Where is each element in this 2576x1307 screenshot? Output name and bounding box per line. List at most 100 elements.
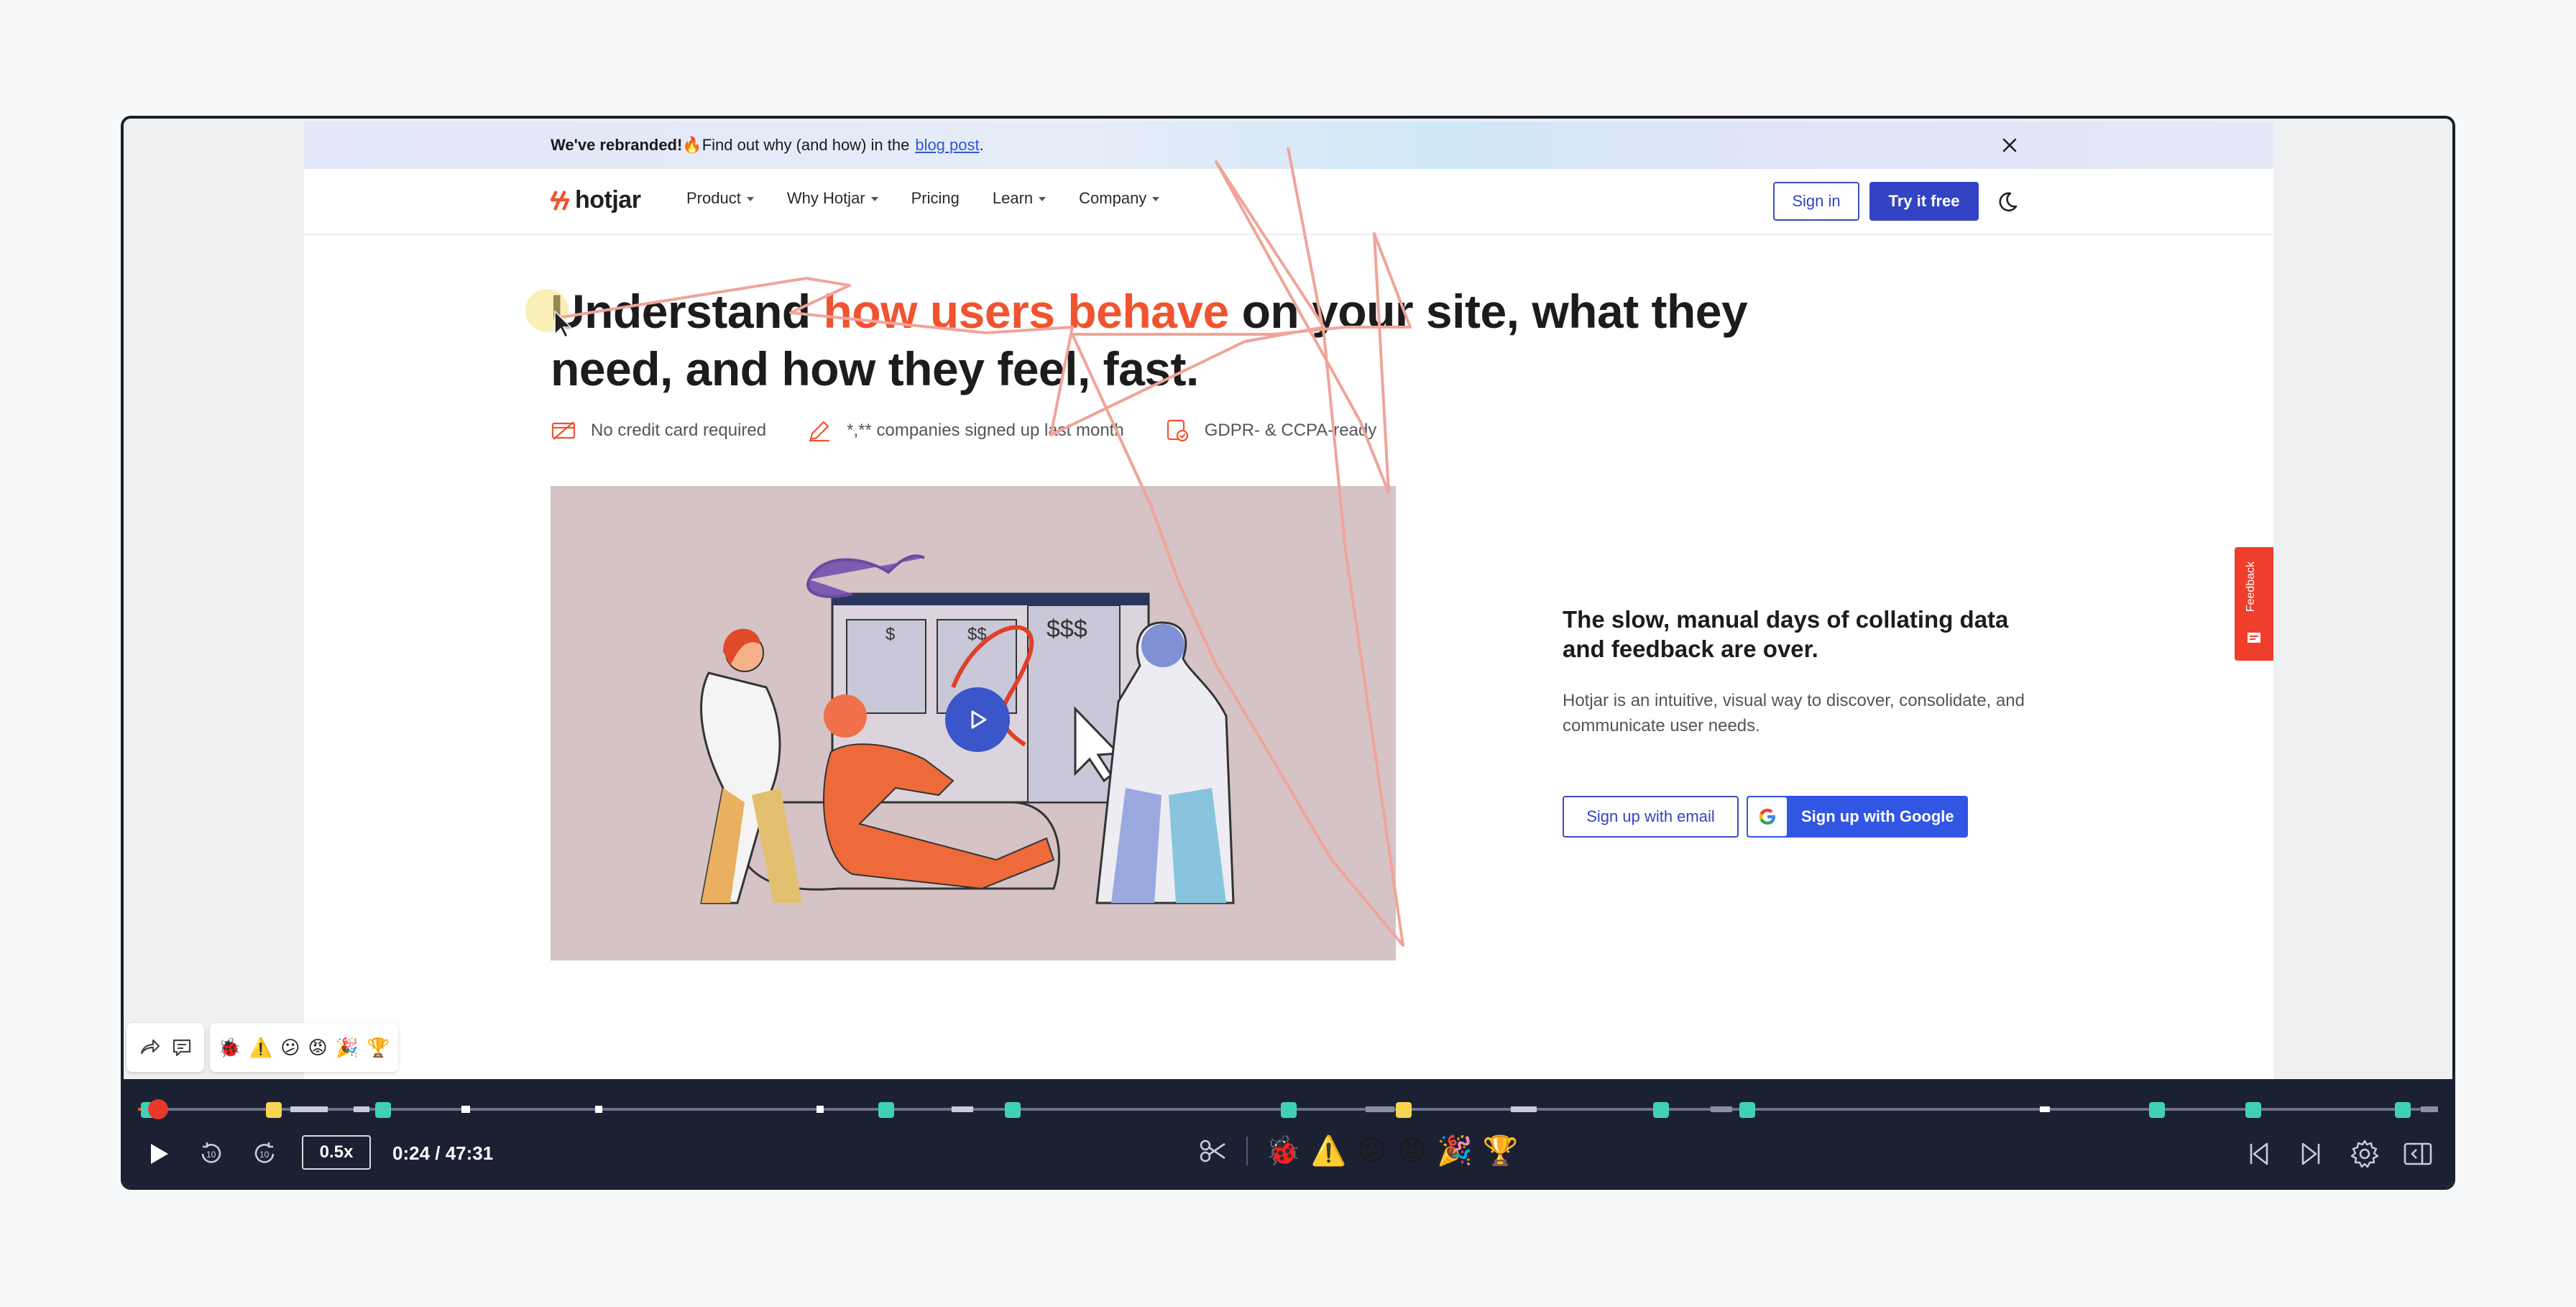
trophy-icon[interactable]: 🏆 <box>1483 1134 1519 1168</box>
chevron-down-icon <box>870 197 878 201</box>
sidebar-collapse-icon <box>2404 1142 2432 1165</box>
chevron-down-icon <box>746 197 754 201</box>
nav-item-label: Company <box>1079 189 1147 207</box>
credit-card-icon <box>551 421 576 440</box>
chevron-down-icon <box>1039 197 1046 201</box>
timeline-scrubber[interactable] <box>138 1095 2438 1124</box>
nav-item-learn[interactable]: Learn <box>993 189 1046 208</box>
forward-10-button[interactable]: 10 <box>247 1137 282 1171</box>
reaction-bar: 🐞 ⚠️ 😕 😡 🎉 🏆 <box>1197 1134 1519 1168</box>
hotjar-logo[interactable]: hotjar <box>551 186 641 214</box>
feedback-label: Feedback <box>2245 561 2257 613</box>
tag-toolbar: 🐞 ⚠️ 😕 😡 🎉 🏆 <box>126 1023 398 1072</box>
headline-part: Understand <box>551 285 824 338</box>
announcement-banner: We've rebranded! 🔥Find out why (and how)… <box>304 121 2273 169</box>
rewind-10-button[interactable]: 10 <box>194 1137 229 1171</box>
gear-icon <box>2350 1139 2379 1168</box>
banner-period: . <box>979 136 984 154</box>
trust-badges: No credit card required *,** companies s… <box>551 418 1376 444</box>
bug-icon[interactable]: 🐞 <box>218 1037 241 1059</box>
reaction-tags: 🐞 ⚠️ 😕 😡 🎉 🏆 <box>210 1023 398 1072</box>
nav-item-pricing[interactable]: Pricing <box>911 189 960 208</box>
nav-item-company[interactable]: Company <box>1079 189 1160 208</box>
side-heading: The slow, manual days of collating data … <box>1563 606 2009 662</box>
confused-face-icon[interactable]: 😕 <box>1357 1134 1387 1168</box>
chat-icon <box>2248 633 2260 643</box>
playback-speed-button[interactable]: 0.5x <box>302 1135 371 1170</box>
rewind-10-icon: 10 <box>201 1142 221 1163</box>
banner-link[interactable]: blog post <box>915 136 979 155</box>
google-button-label: Sign up with Google <box>1801 807 1954 825</box>
site-nav: hotjar Product Why Hotjar Pricing Learn … <box>304 169 2273 235</box>
scissors-icon[interactable] <box>1197 1135 1229 1167</box>
google-logo-icon <box>1748 797 1787 836</box>
signup-google-button[interactable]: Sign up with Google <box>1747 796 1968 838</box>
share-comment-group <box>126 1023 204 1072</box>
badge-text: *,** companies signed up last month <box>847 421 1124 440</box>
chevron-down-icon <box>1152 197 1160 201</box>
warning-icon[interactable]: ⚠️ <box>1311 1134 1347 1168</box>
banner-text: 🔥Find out why (and how) in the <box>682 136 910 154</box>
recorded-website: We've rebranded! 🔥Find out why (and how)… <box>304 121 2273 1079</box>
badge-no-credit-card: No credit card required <box>551 418 766 444</box>
skip-back-icon <box>2250 1142 2268 1165</box>
feedback-tab[interactable]: Feedback <box>2235 547 2273 661</box>
party-popper-icon[interactable]: 🎉 <box>336 1037 359 1059</box>
angry-face-icon[interactable]: 😡 <box>1397 1134 1427 1168</box>
svg-text:$: $ <box>886 625 895 644</box>
play-icon <box>971 710 987 729</box>
play-button[interactable] <box>141 1137 175 1171</box>
bug-icon[interactable]: 🐞 <box>1265 1134 1301 1168</box>
recording-player: We've rebranded! 🔥Find out why (and how)… <box>121 116 2455 1190</box>
banner-bold: We've rebranded! <box>551 136 683 154</box>
player-controls: 10 10 0.5x 0:24 / 47:31 🐞 ⚠️ 😕 😡 🎉 🏆 <box>124 1079 2452 1187</box>
play-icon <box>151 1144 168 1164</box>
svg-text:$$$: $$$ <box>1046 615 1087 643</box>
sign-in-button[interactable]: Sign in <box>1773 182 1859 221</box>
nav-item-label: Product <box>686 189 741 207</box>
badge-text: No credit card required <box>591 421 767 440</box>
headline-accent: how users behave <box>823 285 1230 338</box>
angry-face-icon[interactable]: 😡 <box>308 1037 328 1059</box>
badge-signups: *,** companies signed up last month <box>806 418 1124 444</box>
nav-item-label: Why Hotjar <box>786 189 865 207</box>
recording-viewport: We've rebranded! 🔥Find out why (and how)… <box>124 119 2452 1079</box>
forward-10-icon: 10 <box>254 1142 275 1163</box>
video-play-button[interactable] <box>945 687 1010 752</box>
party-popper-icon[interactable]: 🎉 <box>1437 1134 1473 1168</box>
previous-session-button[interactable] <box>2241 1137 2276 1171</box>
controls-row: 10 10 0.5x 0:24 / 47:31 🐞 ⚠️ 😕 😡 🎉 🏆 <box>124 1128 2452 1178</box>
nav-item-why-hotjar[interactable]: Why Hotjar <box>787 189 878 208</box>
toggle-sidebar-button[interactable] <box>2401 1137 2435 1171</box>
dark-mode-moon-icon[interactable] <box>1995 189 2020 215</box>
skip-forward-icon <box>2301 1142 2320 1165</box>
try-free-button[interactable]: Try it free <box>1869 182 1979 221</box>
signup-email-button[interactable]: Sign up with email <box>1563 796 1739 838</box>
share-icon[interactable] <box>137 1036 160 1059</box>
warning-icon[interactable]: ⚠️ <box>249 1037 272 1059</box>
svg-text:10: 10 <box>259 1150 270 1160</box>
badge-text: GDPR- & CCPA-ready <box>1204 421 1377 440</box>
badge-gdpr: GDPR- & CCPA-ready <box>1164 418 1377 444</box>
nav-item-product[interactable]: Product <box>686 189 754 208</box>
divider <box>1246 1136 1248 1165</box>
hero-video[interactable]: $ $$ $$$ <box>551 486 1396 960</box>
settings-button[interactable] <box>2347 1137 2382 1171</box>
nav-item-label: Pricing <box>911 189 960 207</box>
shield-check-icon <box>1167 419 1188 442</box>
nav-menu: Product Why Hotjar Pricing Learn Company <box>686 189 1160 208</box>
confused-face-icon[interactable]: 😕 <box>280 1037 300 1059</box>
close-icon[interactable] <box>1997 133 2022 157</box>
hotjar-logo-icon <box>551 190 569 211</box>
hero-headline: Understand how users behave on your site… <box>551 283 1772 398</box>
nav-item-label: Learn <box>992 189 1034 207</box>
logo-text: hotjar <box>575 186 641 214</box>
svg-text:10: 10 <box>206 1150 216 1160</box>
side-description: Hotjar is an intuitive, visual way to di… <box>1563 691 2025 735</box>
next-session-button[interactable] <box>2294 1137 2329 1171</box>
pencil-icon <box>809 421 830 442</box>
playhead[interactable] <box>148 1099 168 1119</box>
playback-time: 0:24 / 47:31 <box>392 1142 494 1164</box>
trophy-icon[interactable]: 🏆 <box>367 1037 390 1059</box>
comment-icon[interactable] <box>170 1036 193 1059</box>
